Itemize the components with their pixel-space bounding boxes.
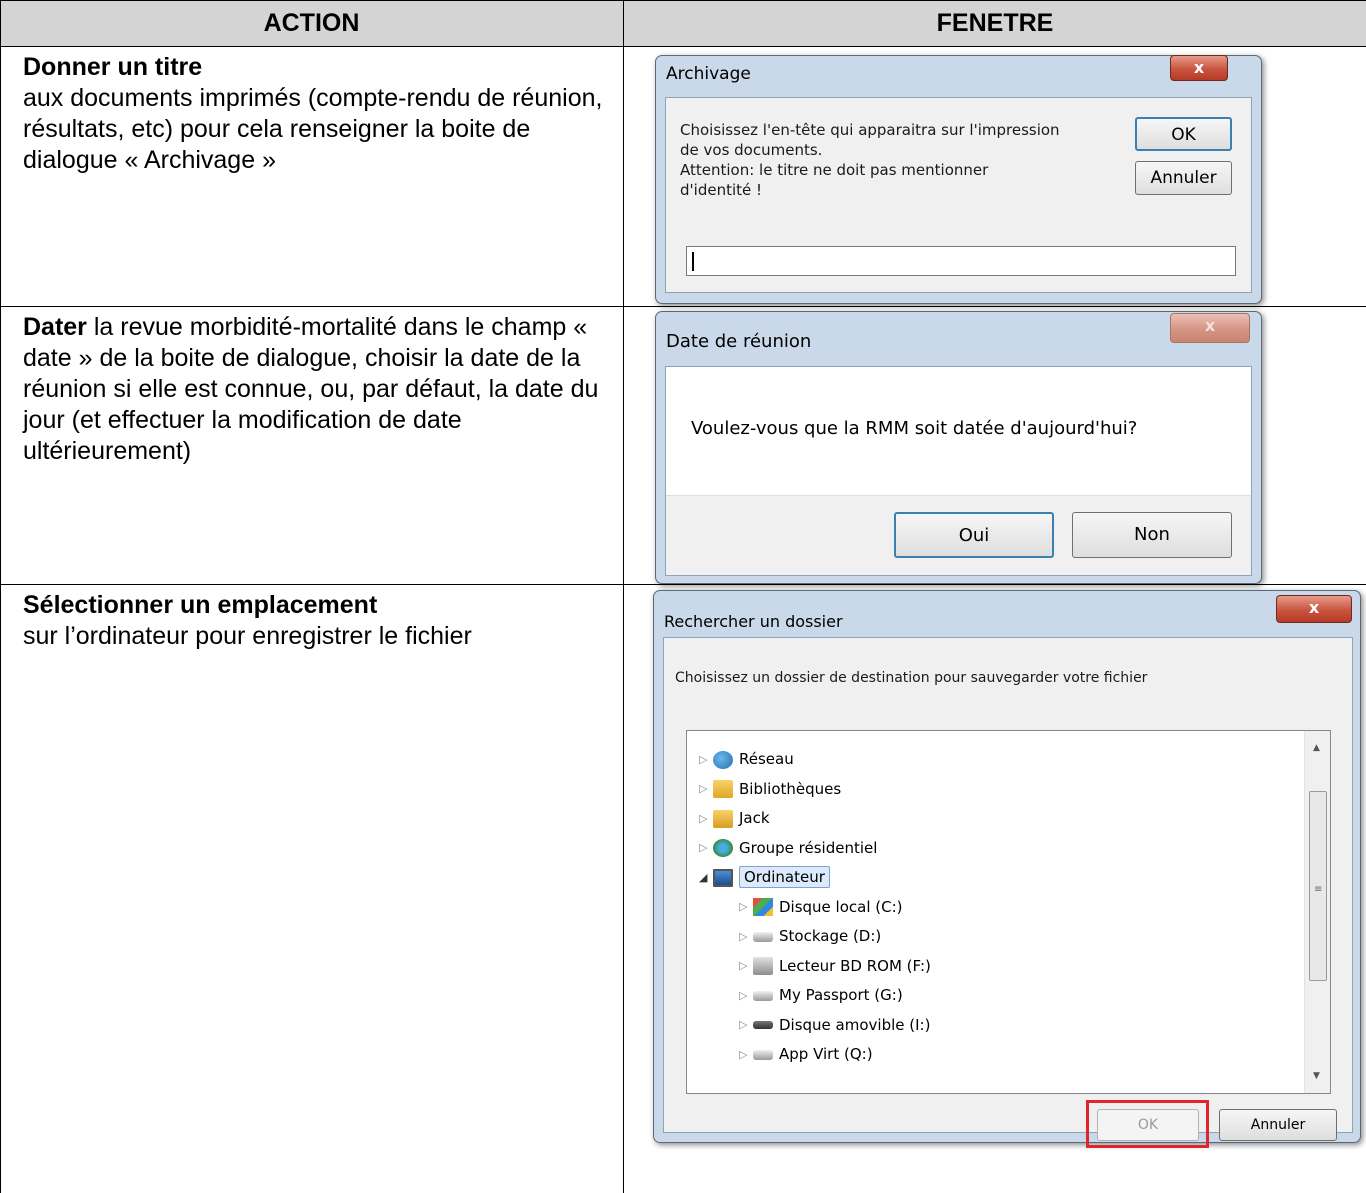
tree-item[interactable]: ▷ Disque amovible (I:) [739,1011,930,1039]
action-title: Dater [23,313,87,341]
table-border [0,306,1366,307]
archivage-dialog: Archivage x Choisissez l'en-tête qui app… [655,55,1262,304]
ok-highlight-box [1086,1100,1209,1148]
action-cell-3: Sélectionner un emplacement sur l’ordina… [23,590,613,652]
close-button[interactable]: x [1170,55,1228,81]
collapse-arrow-icon[interactable]: ◢ [699,864,713,892]
table-border [623,0,624,1193]
tree-item[interactable]: ▷ Groupe résidentiel [699,834,877,862]
tree-item[interactable]: ▷ Lecteur BD ROM (F:) [739,952,931,980]
dialog-body: Choisissez l'en-tête qui apparaitra sur … [665,97,1252,293]
scroll-down-arrow-icon[interactable]: ▼ [1313,1071,1320,1081]
removable-drive-icon [753,1021,773,1029]
expand-arrow-icon[interactable]: ▷ [699,834,713,862]
action-description: sur l’ordinateur pour enregistrer le fic… [23,622,472,650]
title-input[interactable] [686,246,1236,276]
tree-item-label: Stockage (D:) [779,927,882,945]
message-line: de vos documents. [680,141,823,159]
folder-tree[interactable]: ▷ Réseau ▷ Bibliothèques ▷ Jack ▷ Groupe réside… [686,730,1331,1094]
tree-item-label: Ordinateur [739,866,830,888]
computer-icon [713,868,733,887]
dialog-body: Choisissez un dossier de destination pou… [663,637,1353,1148]
tree-item[interactable]: ▷ Disque local (C:) [739,893,903,921]
close-icon: x [1193,58,1205,77]
table-border [0,46,1366,47]
dialog-title: Rechercher un dossier [664,612,843,631]
tree-item-label: Réseau [739,750,794,768]
system-drive-icon [753,898,773,916]
tree-item-label: Jack [739,809,770,827]
message-line: d'identité ! [680,181,763,199]
expand-arrow-icon[interactable]: ▷ [739,952,753,980]
close-button[interactable]: x [1276,595,1352,623]
tree-item[interactable]: ▷ Jack [699,804,770,832]
action-description: la revue morbidité-mortalité dans le cha… [23,313,599,465]
cancel-button[interactable]: Annuler [1219,1109,1337,1141]
action-cell-2: Dater la revue morbidité-mortalité dans … [23,312,613,467]
tree-item[interactable]: ◢ Ordinateur [699,863,830,891]
expand-arrow-icon[interactable]: ▷ [739,893,753,921]
table-border [0,0,1,1193]
dialog-body: Voulez-vous que la RMM soit datée d'aujo… [665,366,1252,576]
tree-item[interactable]: ▷ Stockage (D:) [739,922,881,950]
message-line: Attention: le titre ne doit pas mentionn… [680,161,989,179]
action-title: Donner un titre [23,53,203,81]
table-border [0,0,1366,1]
header-fenetre: FENETRE [936,9,1054,37]
yes-button[interactable]: Oui [894,512,1054,558]
dialog-title: Date de réunion [666,331,812,352]
expand-arrow-icon[interactable]: ▷ [699,746,713,774]
table-border [0,584,1366,585]
expand-arrow-icon[interactable]: ▷ [739,1041,753,1069]
instruction-text: Choisissez un dossier de destination pou… [675,670,1148,686]
tree-item-label: Lecteur BD ROM (F:) [779,956,931,975]
folder-dialog: Rechercher un dossier x Choisissez un do… [653,590,1361,1148]
tree-item[interactable]: ▷ Bibliothèques [699,775,841,803]
network-icon [713,750,733,769]
tree-item-label: Disque amovible (I:) [779,1015,931,1034]
header-action: ACTION [263,9,360,37]
tree-item-label: Groupe résidentiel [739,838,878,857]
expand-arrow-icon[interactable]: ▷ [699,805,713,833]
user-folder-icon [713,809,733,828]
scroll-thumb[interactable]: ≡ [1309,791,1327,981]
expand-arrow-icon[interactable]: ▷ [739,1011,753,1039]
tree-item-label: Disque local (C:) [779,897,903,916]
tree-scrollbar[interactable]: ▲ ≡ ▼ [1304,731,1330,1093]
drive-icon [753,931,773,942]
no-button[interactable]: Non [1072,512,1232,558]
close-button[interactable]: x [1170,313,1250,343]
drive-icon [753,1049,773,1060]
tree-item[interactable]: ▷ App Virt (Q:) [739,1040,873,1068]
tree-item-label: Bibliothèques [739,779,842,798]
grip-icon: ≡ [1314,884,1323,895]
expand-arrow-icon[interactable]: ▷ [699,775,713,803]
close-icon: x [1204,316,1216,335]
action-description: aux documents imprimés (compte-rendu de … [23,84,603,174]
close-icon: x [1308,598,1320,617]
drive-icon [753,990,773,1001]
tree-item-label: My Passport (G:) [779,986,903,1004]
homegroup-icon [713,839,733,857]
tree-item[interactable]: ▷ Réseau [699,745,794,773]
tree-item-label: App Virt (Q:) [779,1045,873,1063]
expand-arrow-icon[interactable]: ▷ [739,923,753,951]
message-line: Choisissez l'en-tête qui apparaitra sur … [680,121,1060,139]
cancel-button[interactable]: Annuler [1135,161,1232,195]
action-cell-1: Donner un titre aux documents imprimés (… [23,52,613,176]
date-dialog: Date de réunion x Voulez-vous que la RMM… [655,311,1262,584]
action-title: Sélectionner un emplacement [23,591,378,619]
scroll-up-arrow-icon[interactable]: ▲ [1313,743,1320,753]
ok-button[interactable]: OK [1135,117,1232,151]
libraries-icon [713,780,733,798]
expand-arrow-icon[interactable]: ▷ [739,982,753,1010]
optical-drive-icon [753,957,773,975]
question-text: Voulez-vous que la RMM soit datée d'aujo… [691,418,1138,439]
tree-item[interactable]: ▷ My Passport (G:) [739,981,903,1009]
dialog-title: Archivage [666,64,751,84]
text-cursor [692,252,694,271]
